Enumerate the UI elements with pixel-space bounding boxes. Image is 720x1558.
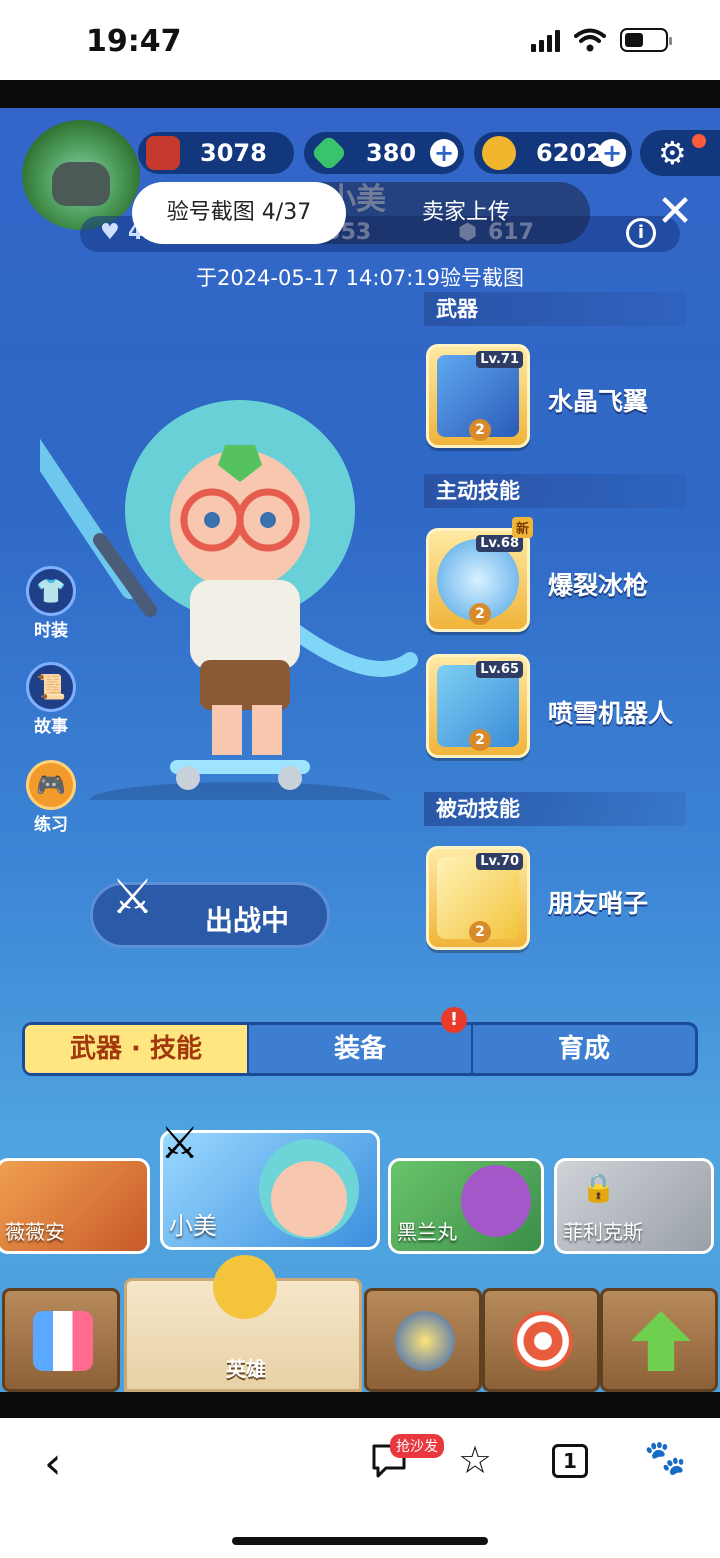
bottom-letterbox [0,1392,720,1418]
shield-icon [395,1311,455,1371]
notification-dot [692,134,706,148]
gear-icon: ⚙ [658,134,687,172]
new-badge: 新 [511,517,533,538]
home-indicator [232,1537,488,1545]
nav-hero[interactable]: 英雄 [124,1255,362,1392]
deploy-status-button[interactable]: ⚔ 出战中 [90,869,330,948]
coins-counter: 6202 + [474,132,632,174]
alert-icon: ! [441,1007,467,1033]
top-letterbox [0,80,720,108]
wifi-icon [574,28,606,52]
detail-tabs: 武器 · 技能 装备 ! 育成 [22,1007,698,1076]
comment-button[interactable]: 抢沙发 [370,1434,444,1484]
status-icons [531,28,672,52]
hero-character [40,400,418,800]
book-icon [146,136,180,170]
gems-counter: 380 + [304,132,464,174]
section-active-skills: 主动技能 [424,474,686,508]
tab-weapon-skills[interactable]: 武器 · 技能 [25,1025,249,1073]
hero-card-heilanwan[interactable]: 黑兰丸 [388,1158,544,1254]
tab-equipment[interactable]: 装备 ! [249,1007,473,1073]
sofa-badge: 抢沙发 [390,1434,444,1458]
section-weapon: 武器 [424,292,686,326]
hero-card-felix[interactable]: 菲利克斯 🔒 [554,1158,714,1254]
passive-skill-name: 朋友哨子 [548,889,649,918]
add-coins-button[interactable]: + [598,139,626,167]
section-passive-skills: 被动技能 [424,792,686,826]
gem-icon [310,134,348,172]
active-skill-2[interactable]: Lv.65 2 [426,654,530,758]
star-icon[interactable]: ☆ [458,1438,492,1482]
weapon-slot[interactable]: Lv.71 2 [426,344,530,448]
close-icon[interactable]: ✕ [652,190,698,236]
paw-icon[interactable]: 🐾 [644,1438,686,1478]
uploader-label: 卖家上传 [421,200,510,225]
arrow-up-icon [631,1311,691,1371]
crossed-swords-icon: ⚔ [111,869,155,925]
active-skill-1-name: 爆裂冰枪 [548,571,649,600]
nav-battle[interactable] [364,1288,482,1392]
back-icon[interactable]: ‹ [44,1438,62,1489]
signal-icon [531,28,560,52]
books-counter: 3078 [138,132,294,174]
clock: 19:47 [86,24,182,59]
hero-card-vivian[interactable]: 薇薇安 [0,1158,150,1254]
tab-count-button[interactable]: 1 [552,1444,588,1478]
hero-head-icon [213,1255,277,1319]
crossed-swords-icon: ⚔ [160,1118,200,1169]
lock-icon: 🔒 [581,1171,616,1204]
heart-icon: ♥ [100,220,120,245]
screenshot-counter: 验号截图 4/37 [132,182,346,244]
passive-skill[interactable]: Lv.70 2 [426,846,530,950]
status-bar: 19:47 [0,0,720,80]
nav-target[interactable] [482,1288,600,1392]
settings-button[interactable]: ⚙ [640,130,720,176]
battery-icon [620,28,672,52]
target-icon [513,1311,573,1371]
nav-shop[interactable] [2,1288,120,1392]
coin-icon [482,136,516,170]
active-skill-2-name: 喷雪机器人 [548,699,674,728]
screenshot-timestamp: 于2024-05-17 14:07:19验号截图 [195,266,525,290]
player-avatar[interactable] [22,120,140,230]
store-icon [33,1311,93,1371]
game-nav: 英雄 [0,1255,720,1392]
add-gems-button[interactable]: + [430,139,458,167]
tab-cultivate[interactable]: 育成 [473,1025,695,1073]
nav-upgrade[interactable] [600,1288,718,1392]
weapon-name: 水晶飞翼 [548,387,649,416]
active-skill-1[interactable]: Lv.68 2 新 [426,517,533,632]
